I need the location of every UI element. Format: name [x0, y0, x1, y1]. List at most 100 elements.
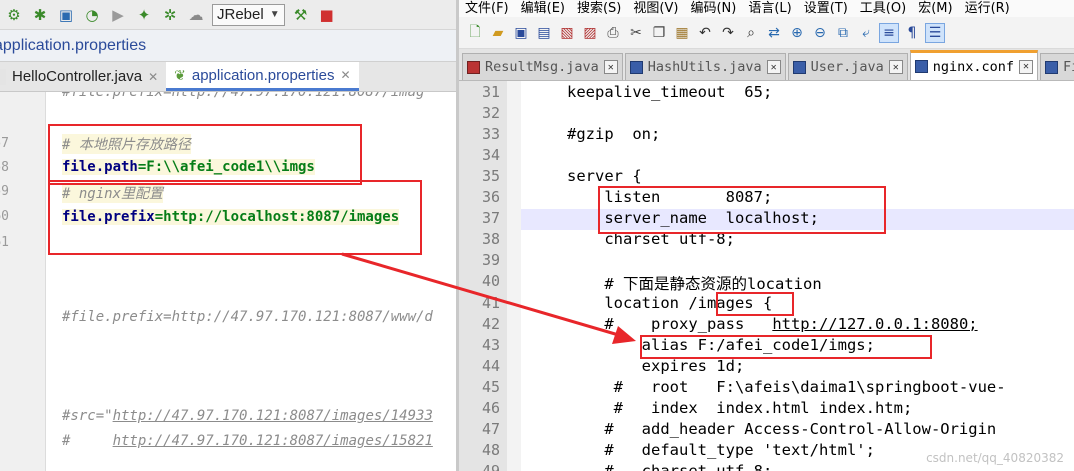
save-all-icon[interactable]: ▣ — [56, 5, 76, 25]
hammer-icon[interactable]: ⚒ — [291, 5, 311, 25]
close-icon[interactable]: ✕ — [340, 68, 350, 82]
sync-scroll-icon[interactable]: ⧉ — [833, 23, 853, 43]
close-icon[interactable]: ✕ — [888, 60, 903, 74]
code-line: #file.prefix=http://47.97.170.121:8087/w… — [62, 309, 433, 325]
line-number: 44 — [481, 356, 500, 375]
line-number: 46 — [481, 398, 500, 417]
line-number: 31 — [481, 83, 500, 101]
tab-label: Fi — [1063, 59, 1074, 75]
comment-prefix: #src=" — [62, 408, 113, 424]
jrebel-debug-icon[interactable]: ✲ — [160, 5, 180, 25]
profile-run-icon[interactable]: ◔ — [82, 5, 102, 25]
menu-tools[interactable]: 工具(O) — [860, 0, 906, 17]
line-number: 38 — [481, 230, 500, 249]
close-file-icon[interactable]: ▧ — [557, 23, 577, 43]
find-icon[interactable]: ⌕ — [741, 23, 761, 43]
run-config-label: JRebel — [217, 6, 264, 23]
line-number: 35 — [481, 167, 500, 186]
tab-hashutils[interactable]: HashUtils.java ✕ — [624, 53, 786, 80]
menu-file[interactable]: 文件(F) — [465, 0, 509, 17]
line-number: 45 — [481, 377, 500, 396]
menu-macro[interactable]: 宏(M) — [918, 0, 952, 17]
close-icon[interactable]: ✕ — [766, 60, 781, 74]
cloud-icon[interactable]: ☁ — [186, 5, 206, 25]
tab-user[interactable]: User.java ✕ — [787, 53, 908, 80]
indent-guide-icon[interactable]: ☰ — [925, 22, 945, 43]
close-all-icon[interactable]: ▨ — [580, 23, 600, 43]
redo-icon[interactable]: ↷ — [718, 23, 738, 43]
line-number: 58 — [0, 160, 9, 175]
tab-hello-controller[interactable]: HelloController.java ✕ — [0, 62, 166, 91]
comment-prefix: # — [62, 433, 113, 449]
annotation-box-alias — [640, 335, 932, 359]
replace-icon[interactable]: ⇄ — [764, 23, 784, 43]
code-line: #src="http://47.97.170.121:8087/images/1… — [62, 408, 433, 424]
code-text: server { — [567, 167, 642, 186]
zoom-out-icon[interactable]: ⊖ — [810, 23, 830, 43]
npp-tab-bar: ResultMsg.java ✕ HashUtils.java ✕ User.j… — [459, 49, 1074, 81]
code-text: #gzip on; — [567, 125, 661, 144]
code-url[interactable]: http://47.97.170.121:8087/images/14933 — [113, 408, 433, 424]
line-number: 33 — [481, 125, 500, 144]
watermark: csdn.net/qq_40820382 — [926, 451, 1064, 465]
stop-icon[interactable]: ■ — [317, 5, 337, 25]
run-icon[interactable]: ▶ — [108, 5, 128, 25]
zoom-in-icon[interactable]: ⊕ — [787, 23, 807, 43]
line-number: 39 — [481, 251, 500, 270]
code-text: # root F:\afeis\daima1\springboot-vue- — [567, 377, 1006, 396]
proxy-pass-url[interactable]: http://127.0.0.1:8080; — [772, 315, 977, 333]
code-line: keepalive_timeout 65; — [567, 83, 772, 101]
breadcrumb-file[interactable]: application.properties — [0, 37, 146, 54]
code-line: # root F:\afeis\daima1\springboot-vue- — [567, 378, 1006, 396]
npp-toolbar: 🗋 ▰ ▣ ▤ ▧ ▨ ⎙ ✂ ❐ ▦ ↶ ↷ ⌕ ⇄ ⊕ ⊖ ⧉ ⤶ ≡ ¶ … — [459, 17, 1074, 49]
close-icon[interactable]: ✕ — [148, 70, 158, 84]
build-icon[interactable]: ⚙ — [4, 5, 24, 25]
code-line: #gzip on; — [567, 125, 660, 143]
tab-resultmsg[interactable]: ResultMsg.java ✕ — [462, 53, 623, 80]
menu-settings[interactable]: 设置(T) — [804, 0, 848, 17]
new-file-icon[interactable]: 🗋 — [465, 23, 485, 43]
code-line: #file.prefix=http://47.97.170.121:8087/i… — [62, 92, 425, 100]
menu-encoding[interactable]: 编码(N) — [690, 0, 736, 17]
code-line: expires 1d; — [567, 356, 745, 375]
close-icon[interactable]: ✕ — [1019, 59, 1034, 74]
code-text: expires 1d; — [567, 356, 745, 375]
tab-fi[interactable]: Fi — [1040, 53, 1074, 80]
menu-language[interactable]: 语言(L) — [748, 0, 791, 17]
menu-bar: 文件(F) 编辑(E) 搜索(S) 视图(V) 编码(N) 语言(L) 设置(T… — [459, 0, 1074, 17]
bug-icon[interactable]: ✱ — [30, 5, 50, 25]
save-icon[interactable]: ▣ — [511, 23, 531, 43]
tab-nginx-conf[interactable]: nginx.conf ✕ — [909, 50, 1039, 80]
line-number: 59 — [0, 184, 9, 199]
annotation-box-location-images — [716, 292, 794, 316]
save-all-icon[interactable]: ▤ — [534, 23, 554, 43]
menu-view[interactable]: 视图(V) — [633, 0, 678, 17]
show-all-chars-icon[interactable]: ≡ — [879, 22, 899, 43]
code-url[interactable]: http://47.97.170.121:8087/images/15821 — [113, 433, 433, 449]
cut-icon[interactable]: ✂ — [626, 23, 646, 43]
breadcrumb: application.properties — [0, 30, 456, 62]
tab-label: HelloController.java — [12, 68, 143, 85]
menu-edit[interactable]: 编辑(E) — [521, 0, 565, 17]
jrebel-run-icon[interactable]: ✦ — [134, 5, 154, 25]
run-config-select[interactable]: JRebel ▼ — [212, 3, 285, 26]
paste-icon[interactable]: ▦ — [672, 23, 692, 43]
menu-search[interactable]: 搜索(S) — [577, 0, 621, 17]
npp-editor[interactable]: keepalive_timeout 65; #gzip on; server { l… — [521, 81, 1074, 471]
code-text: # charset utf-8; — [567, 461, 773, 471]
annotation-box-file-path — [48, 124, 362, 185]
line-number: 40 — [481, 272, 500, 291]
open-file-icon[interactable]: ▰ — [488, 23, 508, 43]
word-wrap-icon[interactable]: ⤶ — [856, 23, 876, 43]
menu-run[interactable]: 运行(R) — [965, 0, 1010, 17]
close-icon[interactable]: ✕ — [603, 60, 618, 74]
undo-icon[interactable]: ↶ — [695, 23, 715, 43]
pilcrow-icon[interactable]: ¶ — [902, 23, 922, 43]
line-number: 34 — [481, 146, 500, 165]
copy-icon[interactable]: ❐ — [649, 23, 669, 43]
line-number: 48 — [481, 440, 500, 459]
tab-application-properties[interactable]: ❦ application.properties ✕ — [166, 62, 359, 91]
print-icon[interactable]: ⎙ — [603, 23, 623, 43]
line-number: 36 — [481, 188, 500, 207]
code-line: # index index.html index.htm; — [567, 399, 913, 417]
